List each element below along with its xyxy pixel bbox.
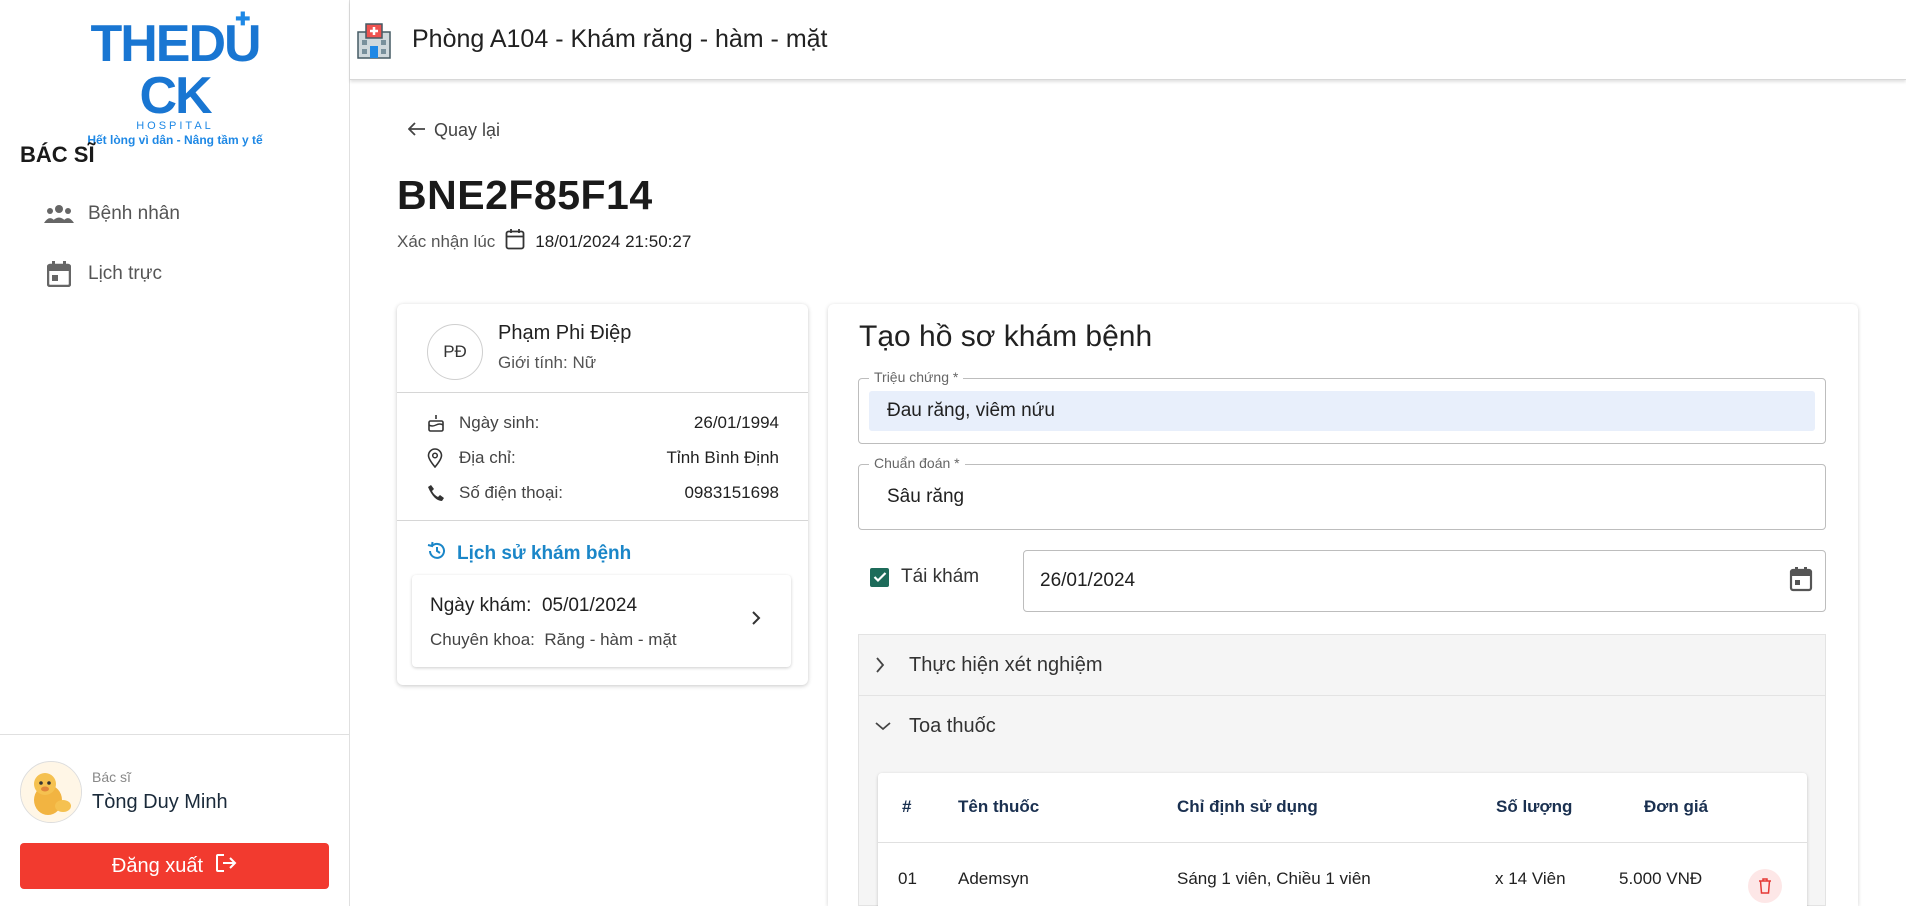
- col-header-qty: Số lượng: [1496, 797, 1573, 816]
- cake-icon: [427, 414, 453, 432]
- prescription-panel: # Tên thuốc Chỉ định sử dụng Số lượng Đơ…: [858, 756, 1826, 906]
- logout-button[interactable]: Đăng xuất: [20, 843, 329, 889]
- user-role: Bác sĩ: [92, 769, 131, 785]
- col-header-price: Đơn giá: [1644, 797, 1709, 816]
- logo-subtitle: HOSPITAL: [136, 120, 214, 132]
- chevron-down-icon: [875, 721, 895, 731]
- accordion-tests[interactable]: Thực hiện xét nghiệm: [858, 634, 1826, 696]
- patient-card: PĐ Phạm Phi Điệp Giới tính: Nữ Ngày sinh…: [397, 304, 808, 685]
- calendar-icon[interactable]: [1789, 566, 1813, 597]
- history-title: Lịch sử khám bệnh: [457, 543, 632, 564]
- prescription-table: # Tên thuốc Chỉ định sử dụng Số lượng Đơ…: [878, 773, 1807, 906]
- user-name: Tòng Duy Minh: [92, 791, 228, 813]
- address-value: Tỉnh Bình Định: [666, 448, 779, 467]
- col-header-index: #: [902, 797, 912, 816]
- chevron-right-icon: [751, 611, 761, 630]
- recheck-date-input[interactable]: [1040, 570, 1640, 592]
- sidebar: THED ✚ UCK HOSPITAL Hết lòng vì dân - Nâng…: [0, 0, 350, 906]
- sidebar-item-schedule[interactable]: Lịch trực: [44, 254, 162, 294]
- dob-label: Ngày sinh:: [459, 413, 540, 432]
- calendar-icon: [44, 261, 74, 287]
- form-title: Tạo hồ sơ khám bệnh: [859, 320, 1153, 353]
- confirm-info: Xác nhận lúc 18/01/2024 21:50:27: [397, 228, 691, 255]
- patient-name: Phạm Phi Điệp: [498, 322, 632, 344]
- logo-wordmark: THED ✚ UCK: [90, 9, 261, 125]
- sidebar-item-label: Lịch trực: [88, 263, 162, 284]
- chevron-right-icon: [875, 657, 895, 673]
- sidebar-item-patients[interactable]: Bệnh nhân: [44, 194, 180, 234]
- people-icon: [44, 204, 74, 224]
- confirm-datetime: 18/01/2024 21:50:27: [535, 231, 692, 251]
- accordion-tests-label: Thực hiện xét nghiệm: [909, 653, 1103, 676]
- history-specialty: Chuyên khoa: Răng - hàm - mặt: [430, 630, 677, 649]
- patient-address-row: Địa chỉ: Tỉnh Bình Định: [427, 445, 779, 471]
- location-pin-icon: [427, 448, 453, 468]
- logout-label: Đăng xuất: [111, 854, 204, 877]
- phone-value: 0983151698: [684, 483, 779, 502]
- patient-gender: Giới tính: Nữ: [498, 353, 597, 372]
- history-date: Ngày khám: 05/01/2024: [430, 595, 638, 616]
- top-header: Phòng A104 - Khám răng - hàm - mặt: [350, 0, 1906, 80]
- cell-index: 01: [898, 869, 917, 888]
- cell-qty: x 14 Viên: [1495, 869, 1566, 888]
- patient-phone-row: Số điện thoại: 0983151698: [427, 480, 779, 506]
- dob-value: 26/01/1994: [693, 413, 779, 432]
- symptom-field: Triệu chứng *: [858, 369, 1826, 444]
- hospital-icon: [354, 20, 394, 60]
- recheck-toggle[interactable]: Tái khám: [870, 566, 979, 588]
- cell-usage: Sáng 1 viên, Chiều 1 viên: [1177, 869, 1371, 888]
- sidebar-role-heading: BÁC SĨ: [20, 142, 95, 167]
- col-header-usage: Chỉ định sử dụng: [1177, 797, 1318, 816]
- page-title: Phòng A104 - Khám răng - hàm - mặt: [412, 25, 828, 53]
- sidebar-user-panel: Bác sĩ Tòng Duy Minh Đăng xuất: [0, 734, 350, 906]
- cell-price: 5.000 VNĐ: [1619, 869, 1703, 888]
- diagnosis-input[interactable]: [869, 477, 1815, 517]
- sidebar-item-label: Bệnh nhân: [88, 203, 180, 224]
- phone-label: Số điện thoại:: [459, 483, 563, 502]
- diagnosis-field: Chuẩn đoán *: [858, 455, 1826, 530]
- recheck-date-field[interactable]: [1023, 550, 1826, 612]
- divider: [397, 392, 808, 393]
- diagnosis-label: Chuẩn đoán *: [869, 455, 965, 471]
- confirm-label: Xác nhận lúc: [397, 231, 496, 251]
- record-code: BNE2F85F14: [397, 172, 653, 218]
- back-link[interactable]: Quay lại: [407, 120, 501, 141]
- arrow-left-icon: [407, 120, 426, 141]
- back-label: Quay lại: [434, 120, 501, 140]
- hospital-logo[interactable]: THED ✚ UCK HOSPITAL Hết lòng vì dân - Nâng…: [60, 10, 290, 147]
- history-icon: [427, 541, 447, 567]
- recheck-checkbox[interactable]: [870, 567, 889, 587]
- logout-icon: [215, 853, 237, 879]
- app-root: THED ✚ UCK HOSPITAL Hết lòng vì dân - Nâng…: [0, 0, 1906, 906]
- trash-icon: [1759, 878, 1771, 894]
- phone-icon: [427, 484, 453, 502]
- recheck-label: Tái khám: [901, 566, 980, 587]
- patient-dob-row: Ngày sinh: 26/01/1994: [427, 410, 779, 436]
- delete-row-button[interactable]: [1748, 869, 1782, 903]
- cell-name: Ademsyn: [958, 869, 1029, 888]
- accordion-prescription-label: Toa thuốc: [909, 714, 996, 737]
- history-item[interactable]: Ngày khám: 05/01/2024 Chuyên khoa: Răng …: [412, 575, 791, 667]
- table-header: # Tên thuốc Chỉ định sử dụng Số lượng Đơ…: [878, 773, 1807, 843]
- exam-form-card: Tạo hồ sơ khám bệnh Triệu chứng * Chuẩn …: [828, 304, 1858, 906]
- patient-avatar: PĐ: [427, 324, 483, 380]
- avatar[interactable]: [20, 761, 82, 823]
- symptom-label: Triệu chứng *: [869, 369, 964, 385]
- table-row: 01 Ademsyn Sáng 1 viên, Chiều 1 viên x 1…: [878, 843, 1807, 906]
- accordion-prescription[interactable]: Toa thuốc: [858, 695, 1826, 757]
- symptom-input[interactable]: [869, 391, 1815, 431]
- address-label: Địa chỉ:: [459, 448, 516, 467]
- col-header-name: Tên thuốc: [958, 797, 1040, 816]
- calendar-icon: [505, 228, 525, 255]
- history-heading: Lịch sử khám bệnh: [427, 541, 631, 567]
- divider: [397, 520, 808, 521]
